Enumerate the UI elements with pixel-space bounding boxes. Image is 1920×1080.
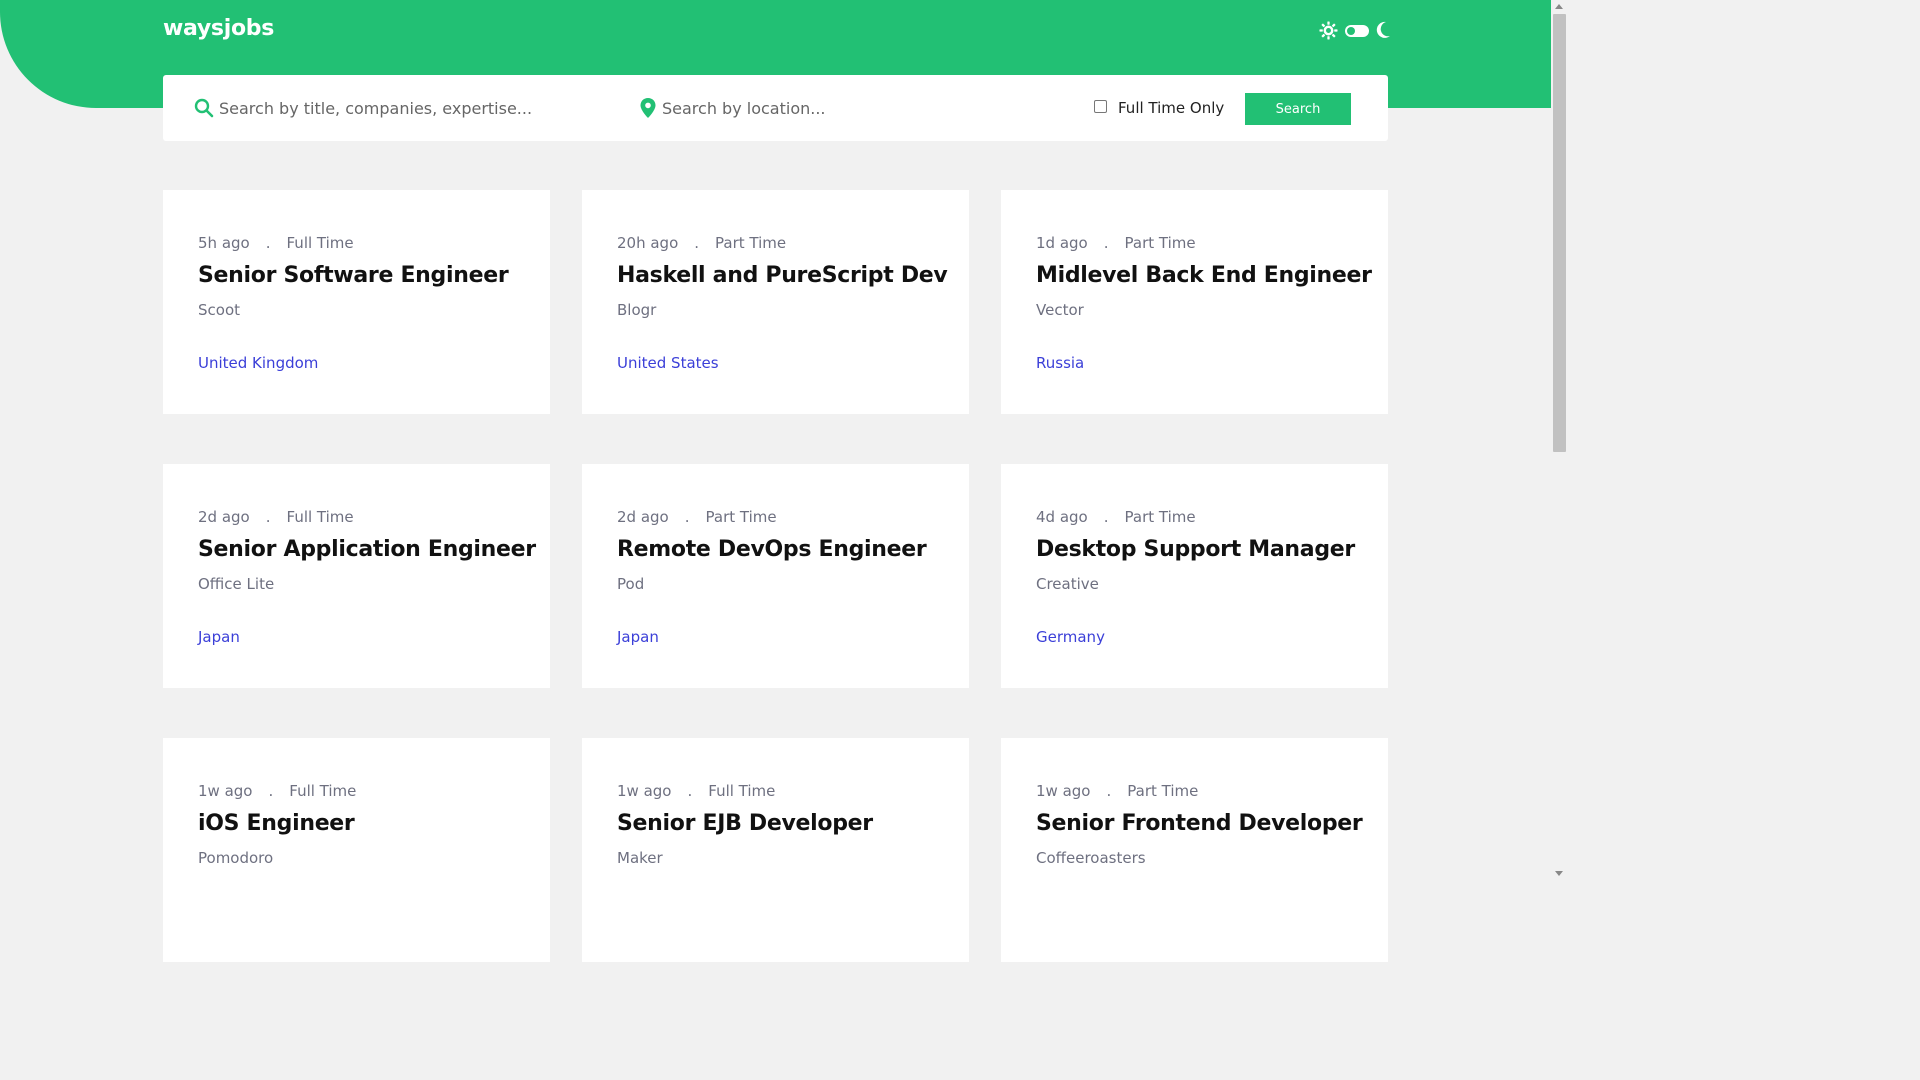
job-type: Part Time bbox=[1124, 234, 1196, 252]
job-posted-time: 4d ago bbox=[1036, 508, 1088, 526]
job-card[interactable]: 1w ago. Part Time Senior Frontend Develop… bbox=[1001, 738, 1388, 962]
job-company: Blogr bbox=[617, 301, 657, 319]
job-title[interactable]: Midlevel Back End Engineer bbox=[1036, 263, 1372, 288]
job-meta-separator: . bbox=[687, 782, 693, 800]
logo[interactable]: waysjobs bbox=[163, 16, 274, 41]
job-meta: 2d ago. Full Time bbox=[198, 508, 354, 526]
job-posted-time: 5h ago bbox=[198, 234, 250, 252]
scrollbar-thumb[interactable] bbox=[1553, 14, 1566, 452]
job-title[interactable]: iOS Engineer bbox=[198, 811, 355, 836]
job-card[interactable]: 1w ago. Full Time iOS Engineer Pomodoro bbox=[163, 738, 550, 962]
job-type: Part Time bbox=[715, 234, 787, 252]
job-meta-separator: . bbox=[1106, 782, 1112, 800]
fulltime-label[interactable]: Full Time Only bbox=[1118, 99, 1224, 117]
search-input[interactable] bbox=[219, 95, 619, 121]
job-title[interactable]: Haskell and PureScript Dev bbox=[617, 263, 948, 288]
job-company: Maker bbox=[617, 849, 663, 867]
job-type: Part Time bbox=[1127, 782, 1199, 800]
job-location: Japan bbox=[617, 628, 659, 646]
theme-toggle[interactable] bbox=[1319, 20, 1390, 42]
scroll-down-arrow-icon[interactable] bbox=[1555, 871, 1563, 876]
job-company: Pomodoro bbox=[198, 849, 274, 867]
moon-icon bbox=[1376, 21, 1390, 38]
job-company: Scoot bbox=[198, 301, 241, 319]
job-type: Full Time bbox=[286, 508, 354, 526]
fulltime-checkbox[interactable] bbox=[1094, 100, 1107, 113]
search-icon bbox=[194, 98, 214, 118]
job-type: Part Time bbox=[1124, 508, 1196, 526]
job-title[interactable]: Remote DevOps Engineer bbox=[617, 537, 927, 562]
job-meta-separator: . bbox=[1103, 234, 1109, 252]
job-card[interactable]: 2d ago. Full Time Senior Application Engi… bbox=[163, 464, 550, 688]
job-location: Germany bbox=[1036, 628, 1105, 646]
job-title[interactable]: Senior Frontend Developer bbox=[1036, 811, 1363, 836]
sun-icon bbox=[1319, 21, 1338, 40]
job-location: Japan bbox=[198, 628, 240, 646]
job-meta-separator: . bbox=[684, 508, 690, 526]
job-meta: 2d ago. Part Time bbox=[617, 508, 777, 526]
location-pin-icon bbox=[640, 98, 656, 118]
job-company: Vector bbox=[1036, 301, 1084, 319]
scroll-up-arrow-icon[interactable] bbox=[1555, 4, 1563, 9]
job-location: Russia bbox=[1036, 354, 1085, 372]
job-meta-separator: . bbox=[268, 782, 274, 800]
job-type: Full Time bbox=[289, 782, 357, 800]
job-meta: 1w ago. Full Time bbox=[198, 782, 356, 800]
job-posted-time: 1w ago bbox=[198, 782, 253, 800]
job-card[interactable]: 2d ago. Part Time Remote DevOps Engineer … bbox=[582, 464, 969, 688]
job-company: Office Lite bbox=[198, 575, 275, 593]
job-meta-separator: . bbox=[1103, 508, 1109, 526]
job-company: Creative bbox=[1036, 575, 1099, 593]
job-company: Coffeeroasters bbox=[1036, 849, 1146, 867]
job-company: Pod bbox=[617, 575, 645, 593]
search-button[interactable]: Search bbox=[1245, 93, 1351, 125]
job-location: United Kingdom bbox=[198, 354, 319, 372]
job-meta: 1w ago. Full Time bbox=[617, 782, 775, 800]
job-posted-time: 1d ago bbox=[1036, 234, 1088, 252]
job-card[interactable]: 5h ago. Full Time Senior Software Enginee… bbox=[163, 190, 550, 414]
job-card[interactable]: 4d ago. Part Time Desktop Support Manager… bbox=[1001, 464, 1388, 688]
job-meta-separator: . bbox=[694, 234, 700, 252]
job-posted-time: 20h ago bbox=[617, 234, 679, 252]
job-title[interactable]: Desktop Support Manager bbox=[1036, 537, 1355, 562]
job-meta: 1d ago. Part Time bbox=[1036, 234, 1196, 252]
job-meta: 4d ago. Part Time bbox=[1036, 508, 1196, 526]
job-posted-time: 1w ago bbox=[1036, 782, 1091, 800]
job-location: United States bbox=[617, 354, 719, 372]
job-posted-time: 1w ago bbox=[617, 782, 672, 800]
job-meta: 20h ago. Part Time bbox=[617, 234, 786, 252]
job-posted-time: 2d ago bbox=[198, 508, 250, 526]
job-meta: 1w ago. Part Time bbox=[1036, 782, 1198, 800]
theme-switch[interactable] bbox=[1345, 25, 1369, 37]
job-card[interactable]: 1w ago. Full Time Senior EJB Developer Ma… bbox=[582, 738, 969, 962]
search-bar: Full Time Only Search bbox=[163, 75, 1388, 141]
job-type: Full Time bbox=[286, 234, 354, 252]
job-meta-separator: . bbox=[265, 508, 271, 526]
job-card[interactable]: 1d ago. Part Time Midlevel Back End Engin… bbox=[1001, 190, 1388, 414]
job-type: Full Time bbox=[708, 782, 776, 800]
theme-switch-knob bbox=[1347, 27, 1355, 35]
job-title[interactable]: Senior Software Engineer bbox=[198, 263, 509, 288]
location-input[interactable] bbox=[662, 95, 1022, 121]
page-scrollbar[interactable] bbox=[1551, 0, 1568, 882]
job-meta: 5h ago. Full Time bbox=[198, 234, 354, 252]
job-title[interactable]: Senior Application Engineer bbox=[198, 537, 536, 562]
job-posted-time: 2d ago bbox=[617, 508, 669, 526]
job-meta-separator: . bbox=[265, 234, 271, 252]
job-card[interactable]: 20h ago. Part Time Haskell and PureScript… bbox=[582, 190, 969, 414]
job-type: Part Time bbox=[705, 508, 777, 526]
job-title[interactable]: Senior EJB Developer bbox=[617, 811, 873, 836]
